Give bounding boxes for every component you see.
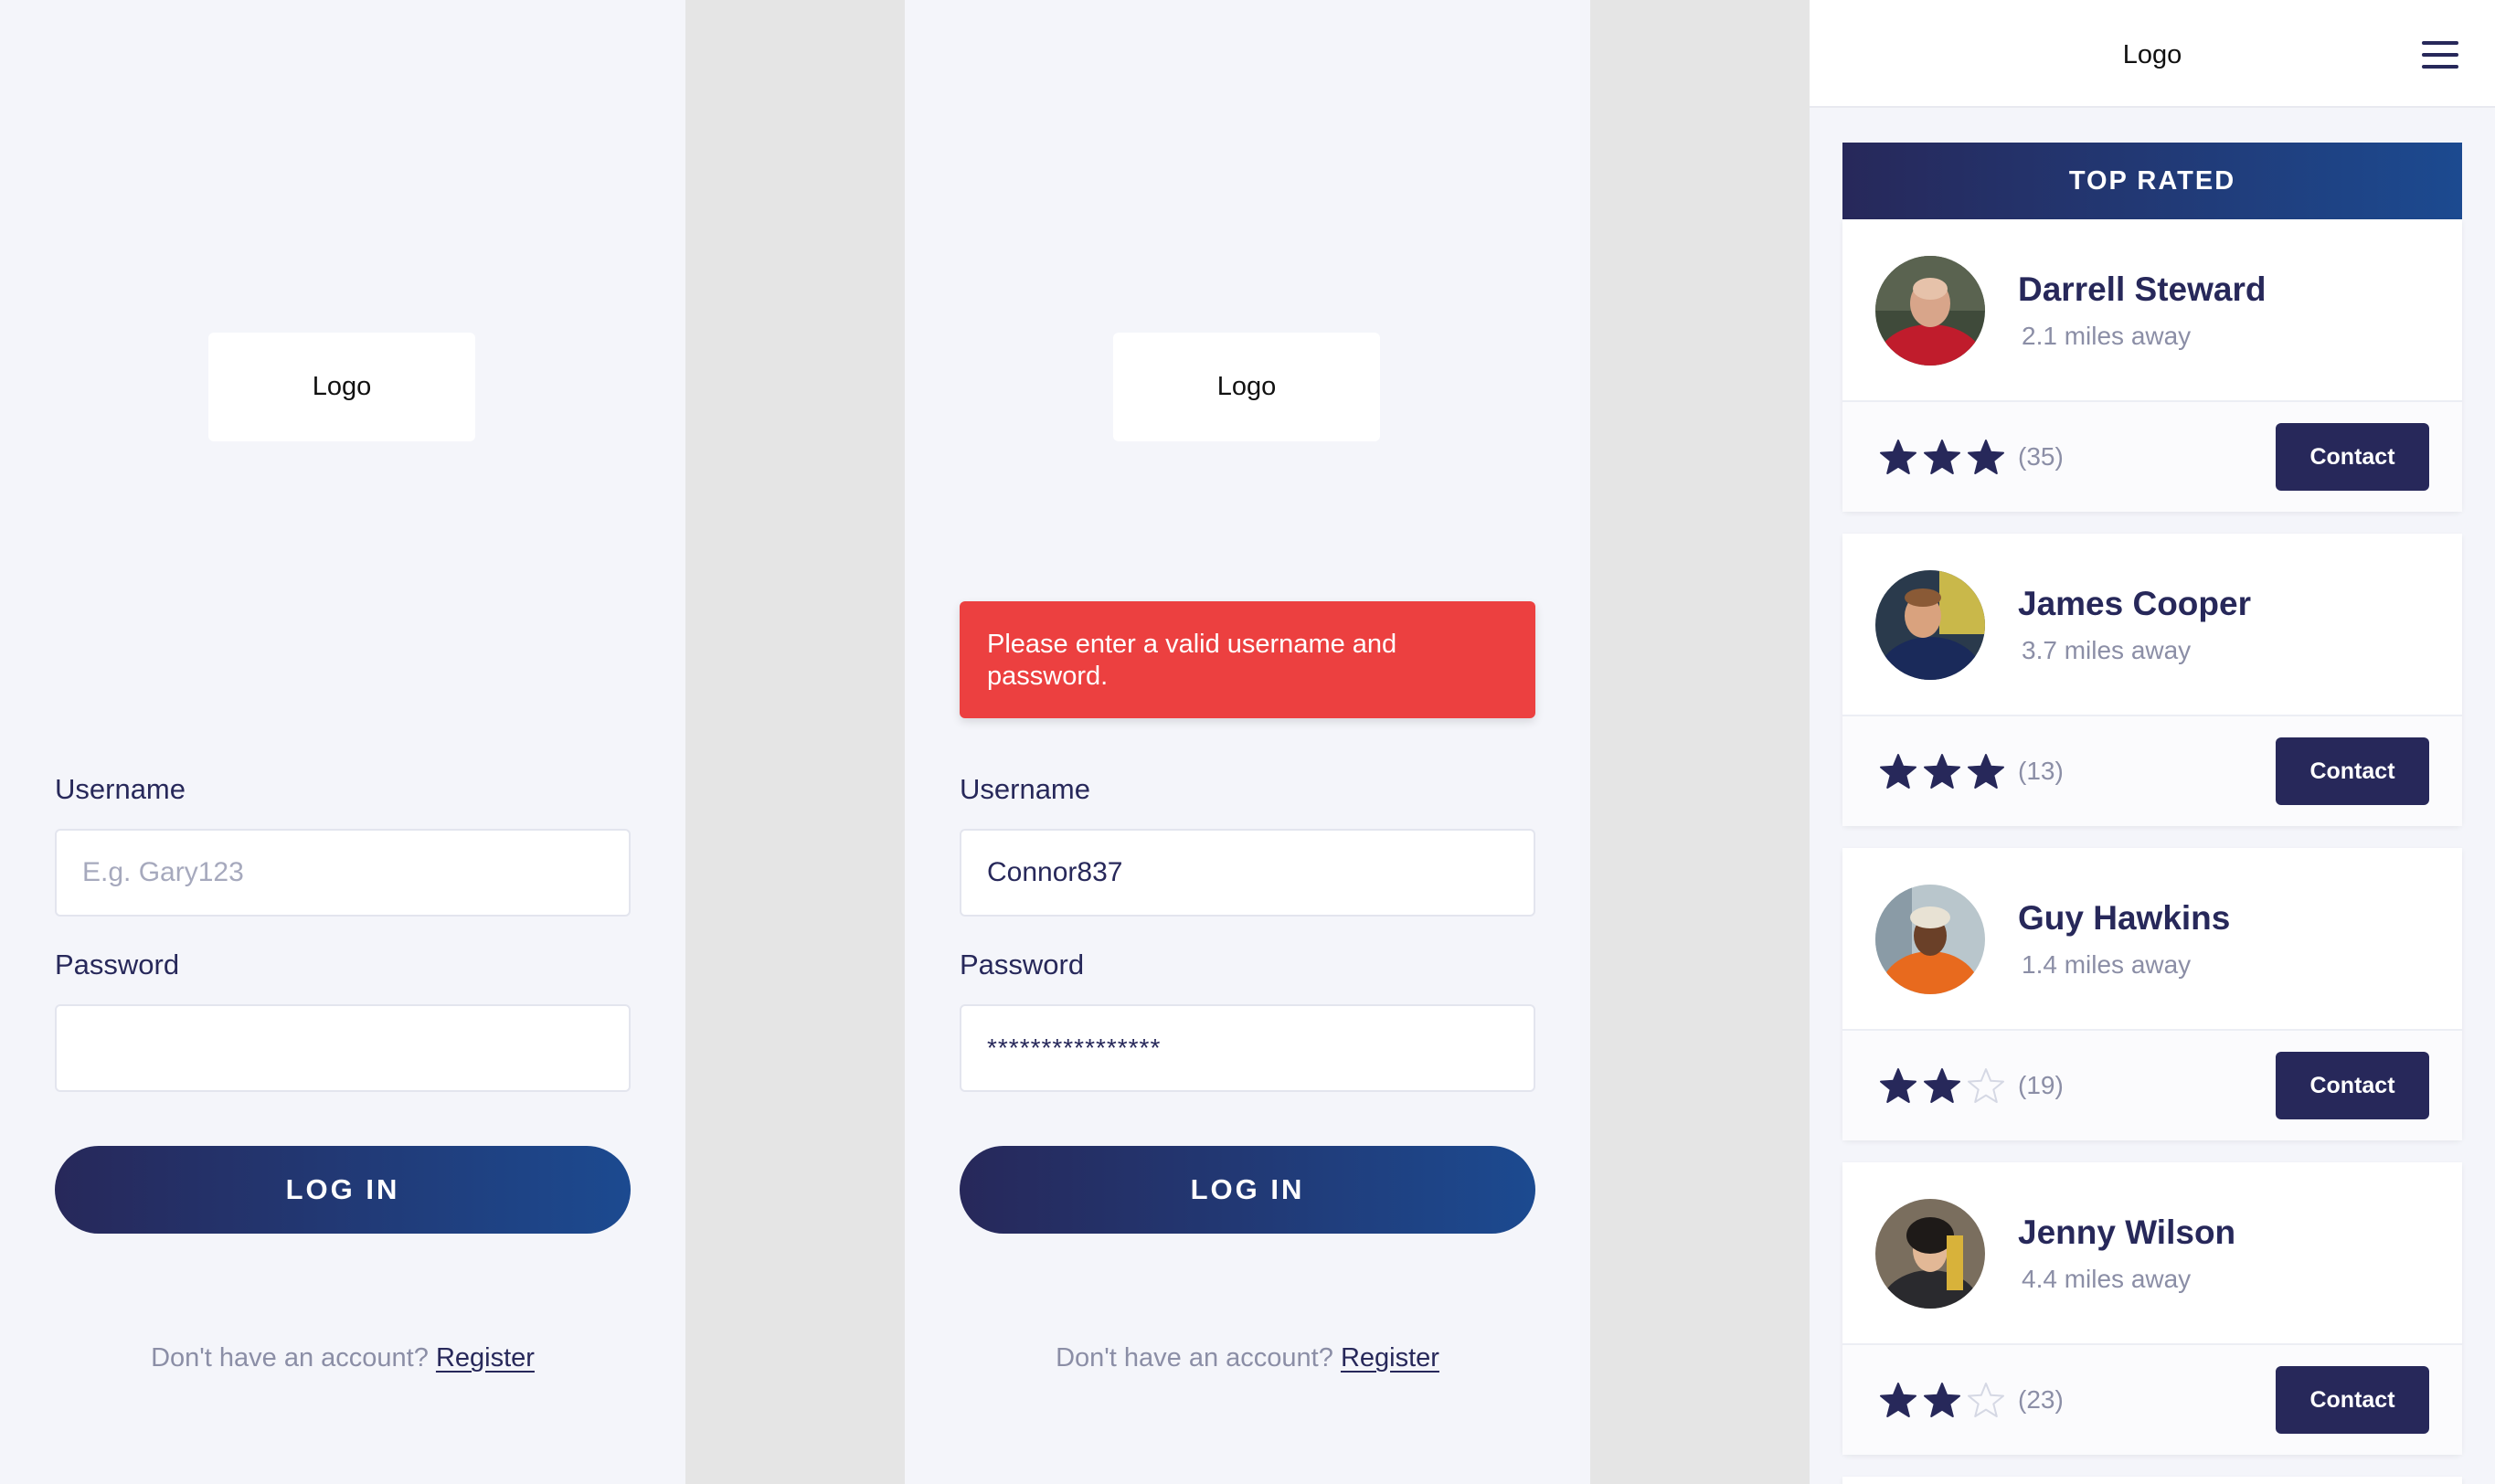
avatar — [1875, 1199, 1985, 1309]
register-link[interactable]: Register — [1341, 1343, 1439, 1373]
password-input[interactable] — [55, 1004, 631, 1092]
register-row: Don't have an account? Register — [0, 1343, 685, 1373]
error-banner: Please enter a valid username and passwo… — [960, 601, 1535, 718]
logo: Logo — [1113, 333, 1380, 441]
person-distance: 4.4 miles away — [2022, 1265, 2192, 1293]
login-button[interactable]: LOG IN — [960, 1146, 1535, 1234]
star-rating — [1879, 1067, 2005, 1106]
star-rating — [1879, 439, 2005, 477]
person-card: Darrell Steward 2.1 miles away (35) Cont… — [1842, 219, 2462, 512]
star-filled-icon — [1880, 440, 1916, 474]
star-filled-icon — [1968, 754, 2004, 789]
contact-button[interactable]: Contact — [2276, 1052, 2429, 1119]
star-filled-icon — [1880, 754, 1916, 789]
password-input[interactable] — [960, 1004, 1535, 1092]
person-card-partial — [1842, 1477, 2462, 1484]
login-screen: Logo Username Password LOG IN Don't have… — [0, 0, 685, 1484]
person-distance: 2.1 miles away — [2022, 322, 2192, 350]
contact-button[interactable]: Contact — [2276, 1366, 2429, 1434]
register-prompt: Don't have an account? — [151, 1343, 429, 1373]
person-card: Jenny Wilson 4.4 miles away (23) Contact — [1842, 1162, 2462, 1455]
top-bar: Logo — [1810, 0, 2495, 108]
star-filled-icon — [1880, 1068, 1916, 1103]
star-rating — [1879, 1382, 2005, 1420]
star-filled-icon — [1924, 1383, 1960, 1417]
person-distance: 1.4 miles away — [2022, 950, 2192, 979]
hamburger-menu-icon[interactable] — [2422, 41, 2458, 69]
top-rated-screen: Logo TOP RATED Darrell Steward 2.1 miles… — [1810, 0, 2495, 1484]
register-row: Don't have an account? Register — [905, 1343, 1590, 1373]
username-input[interactable] — [960, 829, 1535, 917]
register-link[interactable]: Register — [436, 1343, 535, 1373]
person-distance: 3.7 miles away — [2022, 636, 2192, 664]
review-count: (23) — [2018, 1385, 2064, 1414]
star-rating — [1879, 753, 2005, 791]
star-filled-icon — [1924, 1068, 1960, 1103]
review-count: (35) — [2018, 442, 2064, 471]
contact-button[interactable]: Contact — [2276, 423, 2429, 491]
password-label: Password — [960, 949, 1085, 980]
username-label: Username — [960, 773, 1090, 805]
avatar — [1875, 256, 1985, 366]
header-logo: Logo — [2122, 40, 2182, 69]
star-filled-icon — [1924, 754, 1960, 789]
section-title: TOP RATED — [1842, 143, 2462, 219]
login-error-screen: Logo Please enter a valid username and p… — [905, 0, 1590, 1484]
contact-button[interactable]: Contact — [2276, 737, 2429, 805]
avatar — [1875, 570, 1985, 680]
avatar — [1875, 885, 1985, 994]
person-card: Guy Hawkins 1.4 miles away (19) Contact — [1842, 848, 2462, 1140]
person-name: James Cooper — [2018, 585, 2251, 622]
review-count: (13) — [2018, 757, 2064, 785]
star-filled-icon — [1880, 1383, 1916, 1417]
person-name: Jenny Wilson — [2018, 1214, 2236, 1251]
review-count: (19) — [2018, 1071, 2064, 1099]
star-empty-icon — [1968, 1068, 2004, 1103]
username-label: Username — [55, 773, 186, 805]
password-label: Password — [55, 949, 180, 980]
star-filled-icon — [1924, 440, 1960, 474]
username-input[interactable] — [55, 829, 631, 917]
login-button[interactable]: LOG IN — [55, 1146, 631, 1234]
logo: Logo — [208, 333, 475, 441]
star-filled-icon — [1968, 440, 2004, 474]
register-prompt: Don't have an account? — [1056, 1343, 1333, 1373]
person-card: James Cooper 3.7 miles away (13) Contact — [1842, 534, 2462, 826]
person-name: Darrell Steward — [2018, 270, 2267, 308]
star-empty-icon — [1968, 1383, 2004, 1417]
person-name: Guy Hawkins — [2018, 899, 2231, 937]
